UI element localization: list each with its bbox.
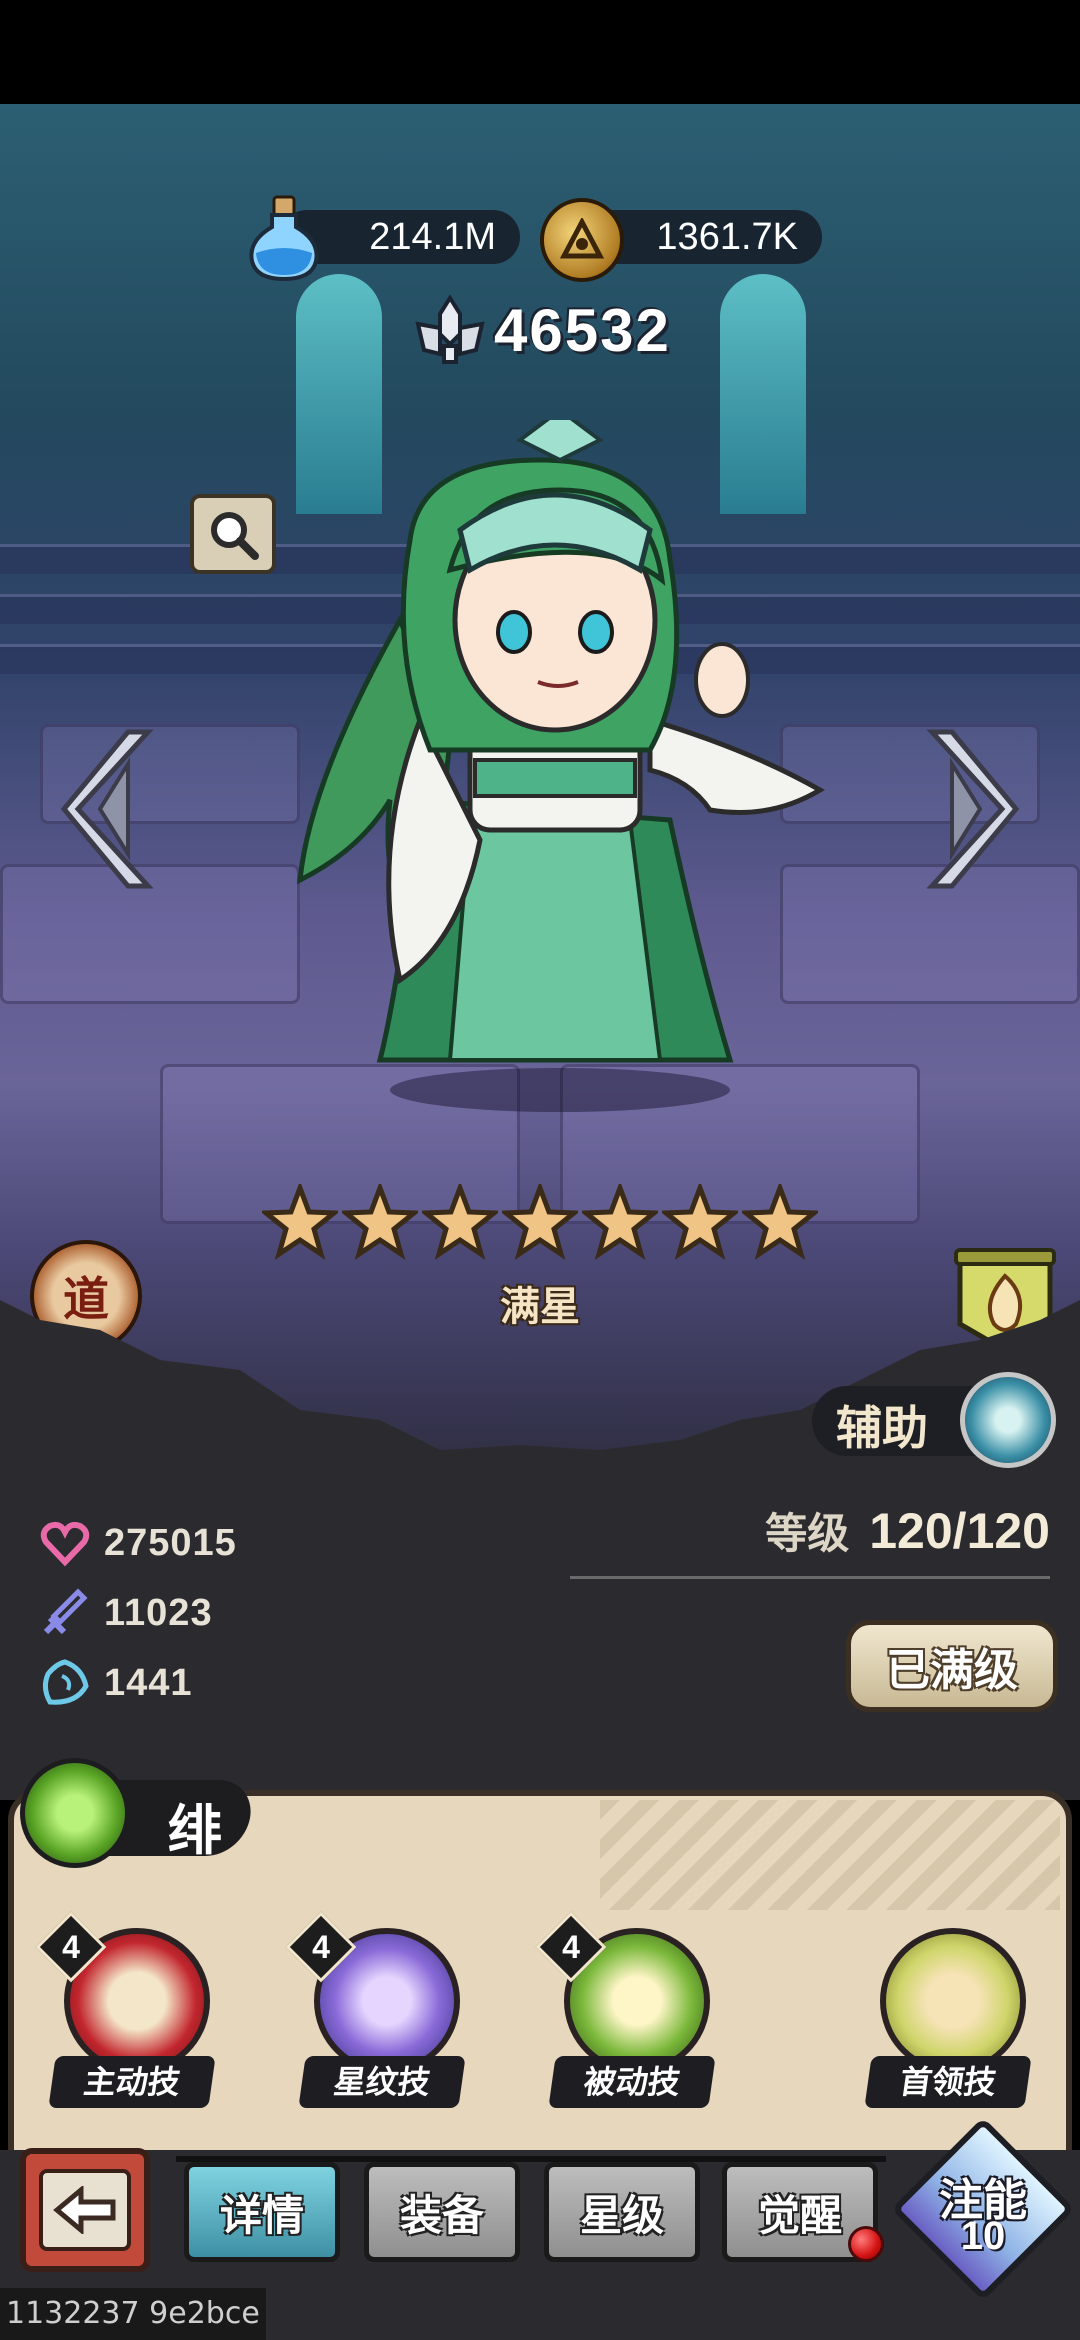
- skill-panel-pattern: [600, 1800, 1060, 1910]
- stat-attack: 11023: [40, 1588, 213, 1638]
- leader-flame-skill-icon: [880, 1928, 1026, 2074]
- star-icon: [742, 1184, 818, 1260]
- level-value: 120/120: [869, 1503, 1050, 1559]
- magnifier-icon: [211, 512, 259, 560]
- previous-hero-arrow[interactable]: [58, 724, 154, 894]
- coin-value: 1361.7K: [656, 215, 798, 258]
- skill-name: 被动技: [548, 2056, 716, 2108]
- tab-details[interactable]: 详情: [184, 2162, 340, 2262]
- build-id: 1132237 9e2bce: [0, 2288, 266, 2340]
- level-display: 等级 120/120: [765, 1500, 1050, 1561]
- back-button[interactable]: [20, 2148, 150, 2272]
- zoom-button[interactable]: [190, 494, 276, 574]
- stat-attack-value: 11023: [104, 1591, 213, 1634]
- shield-icon: [42, 1659, 89, 1705]
- stat-hp-value: 275015: [104, 1521, 237, 1564]
- gold-coin-icon: [540, 198, 624, 282]
- star-icon: [422, 1184, 498, 1260]
- role-label: 辅助: [836, 1401, 928, 1455]
- skill-name: 主动技: [48, 2056, 216, 2108]
- role-badge[interactable]: 辅助: [812, 1372, 1062, 1468]
- max-level-button[interactable]: 已满级: [846, 1620, 1058, 1712]
- element-badge: 绯: [20, 1758, 257, 1868]
- combat-power: 46532: [414, 292, 671, 368]
- stat-hp: 275015: [40, 1518, 237, 1568]
- max-level-label: 已满级: [886, 1645, 1018, 1696]
- next-hero-arrow[interactable]: [926, 724, 1022, 894]
- skill-passive[interactable]: 4 被动技: [535, 1911, 716, 2112]
- heart-icon: [40, 1521, 90, 1567]
- skill-leader[interactable]: 首领技: [862, 1922, 1032, 2112]
- skill-name: 星纹技: [298, 2056, 466, 2108]
- support-role-icon: [960, 1372, 1056, 1468]
- star-rating: [262, 1184, 818, 1260]
- star-icon: [582, 1184, 658, 1260]
- tab-equipment[interactable]: 装备: [364, 2162, 520, 2262]
- top-black-bar: [0, 0, 1080, 104]
- combat-power-icon: [415, 294, 485, 364]
- tab-star-level[interactable]: 星级: [544, 2162, 700, 2262]
- skill-active[interactable]: 4 主动技: [35, 1911, 216, 2112]
- skill-name: 首领技: [864, 2056, 1032, 2108]
- star-icon: [342, 1184, 418, 1260]
- potion-icon: [249, 195, 319, 282]
- infuse-count: 10: [960, 2214, 1006, 2258]
- sword-icon: [43, 1588, 88, 1635]
- stat-defense-value: 1441: [104, 1661, 193, 1704]
- back-arrow-icon: [39, 2169, 131, 2251]
- star-icon: [502, 1184, 578, 1260]
- stat-defense: 1441: [40, 1658, 193, 1708]
- element-label: 绯: [168, 1799, 222, 1862]
- hero-character-portrait[interactable]: [270, 420, 830, 1120]
- notification-dot: [848, 2226, 884, 2262]
- level-label: 等级: [765, 1509, 850, 1558]
- star-icon: [262, 1184, 338, 1260]
- star-icon: [662, 1184, 738, 1260]
- potion-value: 214.1M: [369, 215, 496, 258]
- combat-power-value: 46532: [494, 296, 671, 364]
- level-divider: [570, 1576, 1050, 1579]
- skill-star-pattern[interactable]: 4 星纹技: [285, 1911, 466, 2112]
- infuse-button[interactable]: 注能 10: [891, 2117, 1075, 2301]
- wind-element-icon: [20, 1758, 130, 1868]
